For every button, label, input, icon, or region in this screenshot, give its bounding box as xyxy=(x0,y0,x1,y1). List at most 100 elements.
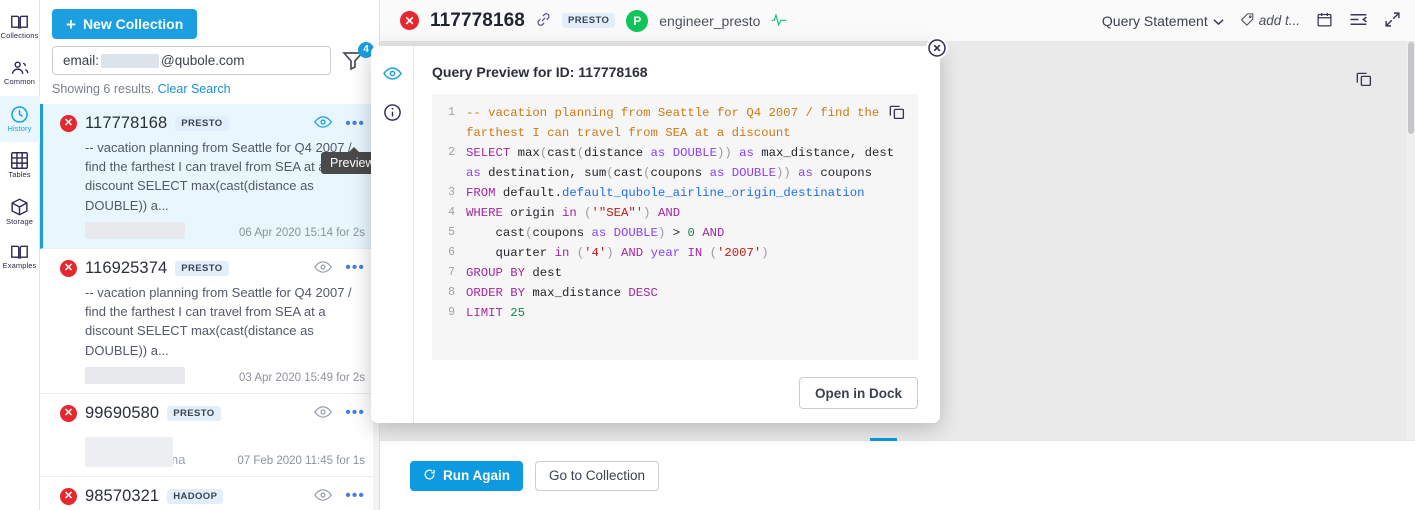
book-icon xyxy=(10,14,29,31)
query-preview-modal: Query Preview for ID: 117778168 1 -- vaca… xyxy=(371,37,948,423)
add-tag-button[interactable]: add t... xyxy=(1240,12,1300,30)
preview-eye-icon[interactable] xyxy=(314,260,333,277)
code-token: > xyxy=(665,226,688,240)
list-item[interactable]: ✕ 98570321 HADOOP ••• xyxy=(40,477,379,510)
preview-eye-icon[interactable] xyxy=(382,66,402,84)
preview-eye-icon[interactable] xyxy=(314,115,333,132)
code-token: DOUBLE xyxy=(613,226,658,240)
sidebar-item-storage[interactable]: Storage xyxy=(0,188,40,234)
row-more-menu[interactable]: ••• xyxy=(345,405,365,421)
row-actions: ••• xyxy=(314,115,365,132)
code-token: IN xyxy=(687,246,703,260)
main-scrollbar[interactable] xyxy=(1407,42,1415,440)
engine-badge: HADOOP xyxy=(167,488,224,504)
list-item[interactable]: ✕ 117778168 PRESTO ••• -- vacation plann… xyxy=(40,104,379,249)
avatar: P xyxy=(626,9,649,32)
clear-search-link[interactable]: Clear Search xyxy=(158,82,231,96)
query-id: 99690580 xyxy=(85,403,160,422)
line-number: 8 xyxy=(448,286,455,299)
expand-icon[interactable] xyxy=(1384,11,1401,31)
preview-eye-icon[interactable] xyxy=(314,488,333,505)
code-token: max_distance xyxy=(525,286,629,300)
copy-icon[interactable] xyxy=(1355,70,1373,91)
chevron-down-icon xyxy=(1213,13,1224,29)
list-item[interactable]: ✕ 116925374 PRESTO ••• -- vacation plann… xyxy=(40,249,379,394)
row-more-menu[interactable]: ••• xyxy=(345,115,365,131)
plus-icon: + xyxy=(66,14,76,34)
copy-icon[interactable] xyxy=(888,103,906,124)
code-text: LIMIT 25 xyxy=(466,303,918,323)
query-statement-dropdown[interactable]: Query Statement xyxy=(1102,13,1224,29)
main-scrollbar-thumb[interactable] xyxy=(1408,42,1414,134)
code-token: coupons xyxy=(650,166,710,180)
row-more-menu[interactable]: ••• xyxy=(345,488,365,504)
open-in-dock-label: Open in Dock xyxy=(814,385,902,401)
sql-code: 1 -- vacation planning from Seattle for Q… xyxy=(432,103,918,323)
app-root: Collections Common History Tables Storag… xyxy=(0,0,1415,510)
row-header: ✕ 117778168 PRESTO ••• xyxy=(60,114,365,133)
filter-button[interactable]: 4 xyxy=(341,41,374,74)
row-meta: 06 Apr 2020 15:14 for 2s xyxy=(60,221,365,239)
code-text: quarter in ('4') AND year IN ('2007') xyxy=(466,243,918,263)
sidebar-item-history[interactable]: History xyxy=(0,96,40,142)
query-code-panel: 1 -- vacation planning from Seattle for Q… xyxy=(432,94,918,360)
code-token: '2007' xyxy=(717,246,762,260)
query-statement-label: Query Statement xyxy=(1101,12,1208,29)
run-again-button[interactable]: Run Again xyxy=(410,460,523,491)
preview-eye-icon[interactable] xyxy=(314,405,333,422)
search-input[interactable]: email: @qubole.com xyxy=(52,46,331,75)
row-more-menu[interactable]: ••• xyxy=(345,260,365,276)
line-number: 5 xyxy=(448,226,455,239)
go-to-collection-button[interactable]: Go to Collection xyxy=(535,460,660,491)
code-token: default. xyxy=(495,186,562,200)
code-token: DESC xyxy=(628,286,658,300)
list-item[interactable]: ✕ 99690580 PRESTO ••• Kancha xyxy=(40,394,379,477)
code-token: ) xyxy=(761,246,769,260)
code-token: AND xyxy=(657,206,681,220)
info-icon[interactable] xyxy=(383,103,402,125)
line-number: 1 xyxy=(448,106,455,119)
username: engineer_presto xyxy=(659,12,761,29)
row-header: ✕ 98570321 HADOOP ••• xyxy=(60,487,365,506)
code-token: as xyxy=(591,226,607,240)
code-token: FROM xyxy=(466,186,496,200)
indent-icon[interactable] xyxy=(1349,12,1368,30)
sidebar-item-tables[interactable]: Tables xyxy=(0,142,40,188)
code-token: 25 xyxy=(510,306,526,320)
code-text: GROUP BY dest xyxy=(466,263,918,283)
activity-icon xyxy=(771,12,787,29)
sidebar-item-collections[interactable]: Collections xyxy=(0,4,40,50)
sidebar-item-common[interactable]: Common xyxy=(0,50,40,96)
tag-icon xyxy=(1240,12,1255,30)
link-icon[interactable] xyxy=(536,12,551,30)
code-token: cast xyxy=(613,166,644,180)
sidebar-item-examples[interactable]: Examples xyxy=(0,234,40,280)
calendar-icon[interactable] xyxy=(1316,11,1333,31)
new-collection-button[interactable]: + New Collection xyxy=(52,9,198,39)
code-token: as xyxy=(650,146,666,160)
open-in-dock-button[interactable]: Open in Dock xyxy=(798,377,918,409)
code-line: 7 GROUP BY dest xyxy=(432,263,918,283)
code-token: origin xyxy=(502,206,562,220)
code-token: ) xyxy=(606,246,614,260)
code-token: AND xyxy=(702,226,725,240)
search-suffix: @qubole.com xyxy=(161,53,245,68)
query-history-panel: + New Collection email: @qubole.com 4 Sho… xyxy=(40,0,384,510)
code-token: year xyxy=(643,246,688,260)
code-token: ( xyxy=(643,166,651,180)
sidebar-label: History xyxy=(7,124,32,134)
results-summary: Showing 6 results. Clear Search xyxy=(40,75,379,104)
book-icon xyxy=(10,244,29,261)
grid-icon xyxy=(10,151,29,170)
close-icon[interactable] xyxy=(926,37,948,59)
code-token: as xyxy=(466,166,481,180)
action-bar: Run Again Go to Collection xyxy=(380,438,1415,510)
code-token: ( xyxy=(709,246,718,260)
redacted-email xyxy=(101,53,160,68)
owner-redacted xyxy=(85,221,185,239)
